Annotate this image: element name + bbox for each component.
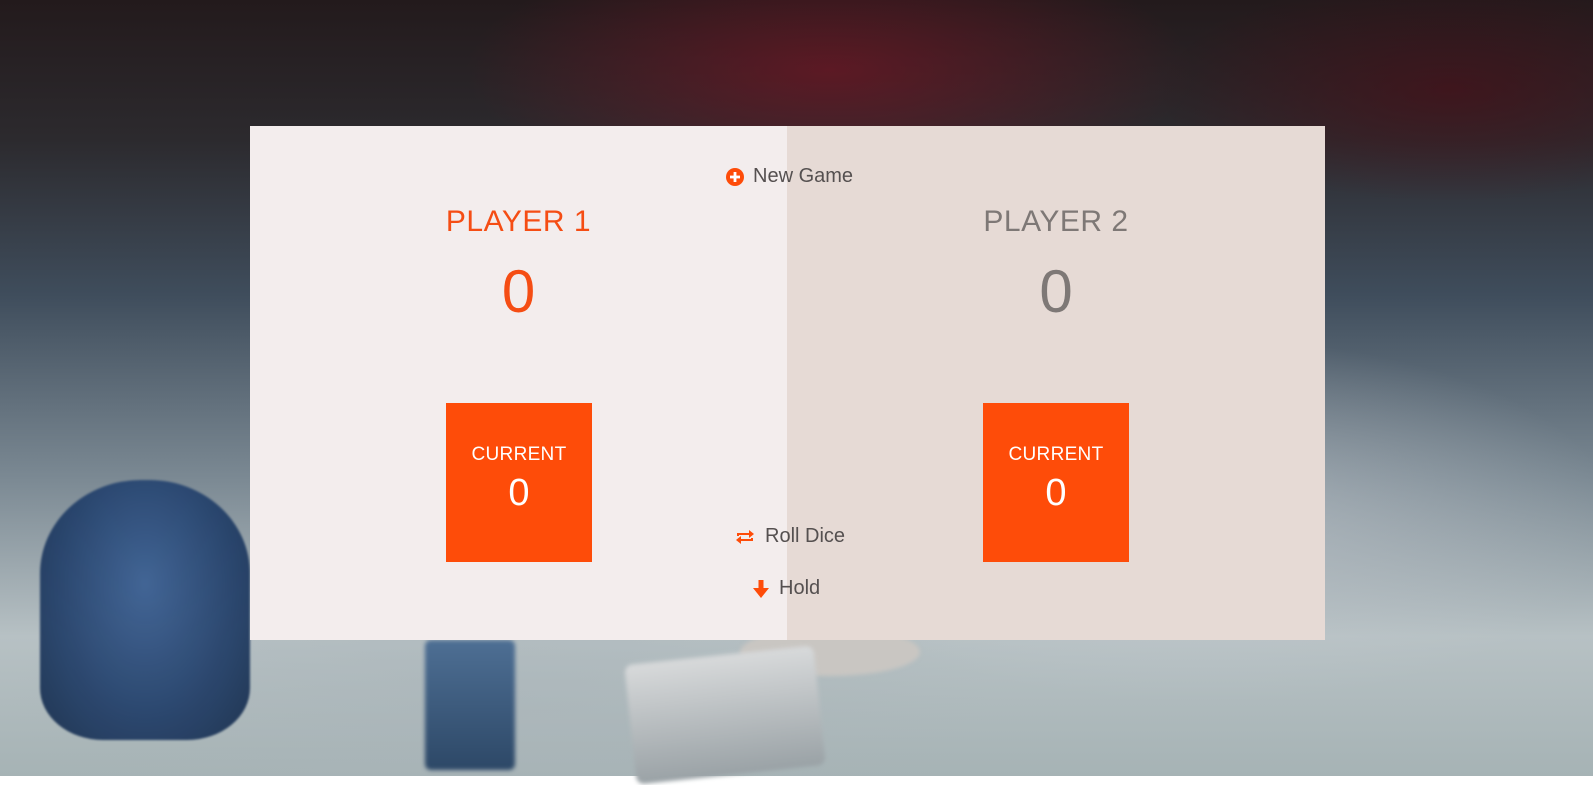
new-game-button[interactable]: New Game — [726, 165, 853, 188]
new-game-label: New Game — [753, 165, 854, 187]
meeple-piece — [40, 480, 250, 740]
refresh-icon — [734, 528, 756, 546]
player-2-current-score: 0 — [1045, 472, 1067, 514]
roll-dice-button[interactable]: Roll Dice — [734, 525, 845, 548]
player-1-score: 0 — [501, 258, 536, 325]
player-1-current-label: CURRENT — [471, 444, 567, 465]
board-piece — [425, 640, 515, 770]
player-2-panel: PLAYER 2 0 CURRENT 0 — [787, 126, 1325, 640]
plus-circle-icon — [726, 167, 744, 186]
player-2-current-box: CURRENT 0 — [983, 403, 1129, 562]
player-1-panel: PLAYER 1 0 CURRENT 0 — [250, 126, 787, 640]
player-1-current-score: 0 — [508, 472, 530, 514]
hold-button[interactable]: Hold — [752, 577, 820, 600]
player-1-current-box: CURRENT 0 — [446, 403, 592, 562]
game-panel: PLAYER 1 0 CURRENT 0 PLAYER 2 0 CURRENT … — [250, 126, 1325, 640]
arrow-down-icon — [752, 579, 770, 599]
hold-label: Hold — [779, 577, 821, 599]
player-2-score: 0 — [1039, 258, 1073, 325]
roll-dice-label: Roll Dice — [765, 525, 846, 547]
player-2-name: PLAYER 2 — [983, 205, 1129, 238]
player-2-current-label: CURRENT — [1008, 444, 1104, 465]
board-piece — [624, 645, 826, 785]
player-1-name: PLAYER 1 — [445, 205, 592, 238]
